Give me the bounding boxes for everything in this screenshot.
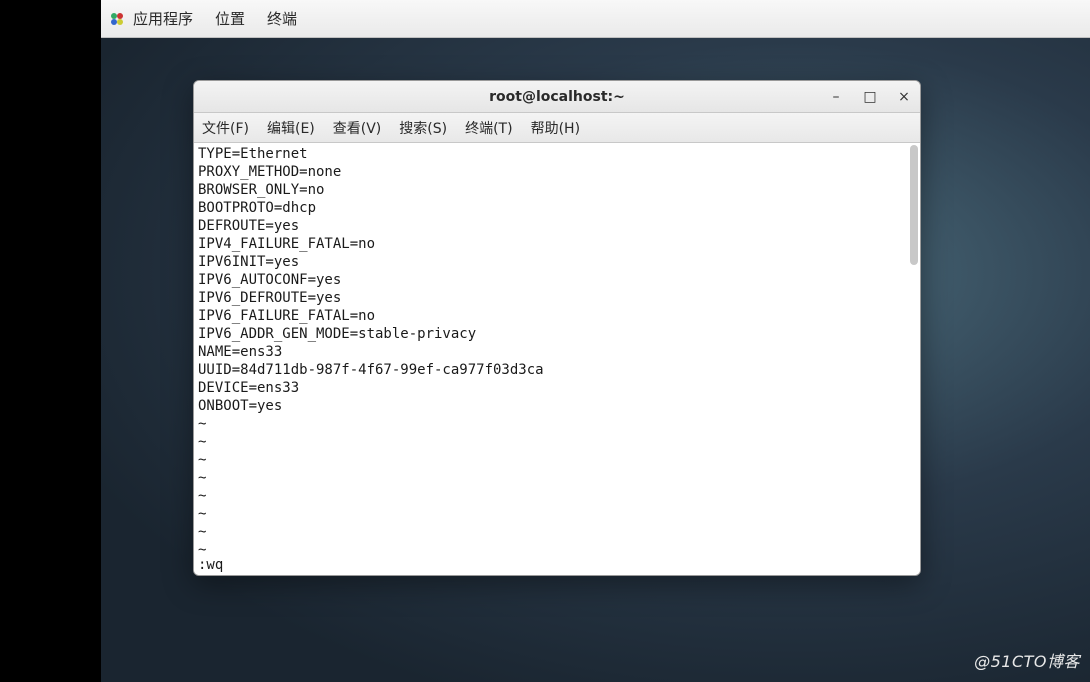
terminal-menubar: 文件(F) 编辑(E) 查看(V) 搜索(S) 终端(T) 帮助(H) <box>194 113 920 143</box>
close-button[interactable]: × <box>894 87 914 107</box>
editor-line: DEVICE=ens33 <box>198 379 916 397</box>
editor-tilde: ~ <box>198 505 916 523</box>
editor-line: TYPE=Ethernet <box>198 145 916 163</box>
editor-line: IPV6_AUTOCONF=yes <box>198 271 916 289</box>
editor-line: IPV6_DEFROUTE=yes <box>198 289 916 307</box>
window-titlebar[interactable]: root@localhost:~ – □ × <box>194 81 920 113</box>
editor-line: IPV6_FAILURE_FATAL=no <box>198 307 916 325</box>
panel-places[interactable]: 位置 <box>215 8 245 29</box>
panel-applications[interactable]: 应用程序 <box>133 8 193 29</box>
editor-tilde: ~ <box>198 523 916 541</box>
editor-text: TYPE=EthernetPROXY_METHOD=noneBROWSER_ON… <box>198 145 916 415</box>
maximize-button[interactable]: □ <box>860 87 880 107</box>
editor-line: DEFROUTE=yes <box>198 217 916 235</box>
menu-view[interactable]: 查看(V) <box>333 118 382 138</box>
activities-icon <box>109 11 125 27</box>
menu-search[interactable]: 搜索(S) <box>399 118 447 138</box>
gnome-top-panel: 应用程序 位置 终端 <box>101 0 1090 38</box>
editor-line: BROWSER_ONLY=no <box>198 181 916 199</box>
vim-command-line[interactable]: :wq <box>198 557 223 573</box>
window-title: root@localhost:~ <box>489 89 625 105</box>
menu-edit[interactable]: 编辑(E) <box>267 118 315 138</box>
editor-line: IPV6_ADDR_GEN_MODE=stable-privacy <box>198 325 916 343</box>
editor-tilde: ~ <box>198 469 916 487</box>
window-controls: – □ × <box>826 81 914 112</box>
terminal-window: root@localhost:~ – □ × 文件(F) 编辑(E) 查看(V)… <box>193 80 921 576</box>
editor-line: NAME=ens33 <box>198 343 916 361</box>
editor-tildes: ~~~~~~~~ <box>198 415 916 559</box>
panel-terminal[interactable]: 终端 <box>267 8 297 29</box>
minimize-button[interactable]: – <box>826 87 846 107</box>
editor-tilde: ~ <box>198 451 916 469</box>
editor-tilde: ~ <box>198 541 916 559</box>
editor-line: UUID=84d711db-987f-4f67-99ef-ca977f03d3c… <box>198 361 916 379</box>
menu-help[interactable]: 帮助(H) <box>531 118 580 138</box>
desktop: 应用程序 位置 终端 root@localhost:~ – □ × 文件(F) … <box>101 0 1090 682</box>
editor-line: ONBOOT=yes <box>198 397 916 415</box>
editor-tilde: ~ <box>198 433 916 451</box>
editor-tilde: ~ <box>198 487 916 505</box>
editor-line: IPV6INIT=yes <box>198 253 916 271</box>
watermark-text: @51CTO博客 <box>974 648 1080 672</box>
scrollbar-thumb[interactable] <box>910 145 918 265</box>
editor-line: IPV4_FAILURE_FATAL=no <box>198 235 916 253</box>
menu-file[interactable]: 文件(F) <box>202 118 249 138</box>
terminal-content[interactable]: TYPE=EthernetPROXY_METHOD=noneBROWSER_ON… <box>194 143 920 575</box>
editor-tilde: ~ <box>198 415 916 433</box>
editor-line: BOOTPROTO=dhcp <box>198 199 916 217</box>
editor-line: PROXY_METHOD=none <box>198 163 916 181</box>
menu-terminal[interactable]: 终端(T) <box>465 118 512 138</box>
